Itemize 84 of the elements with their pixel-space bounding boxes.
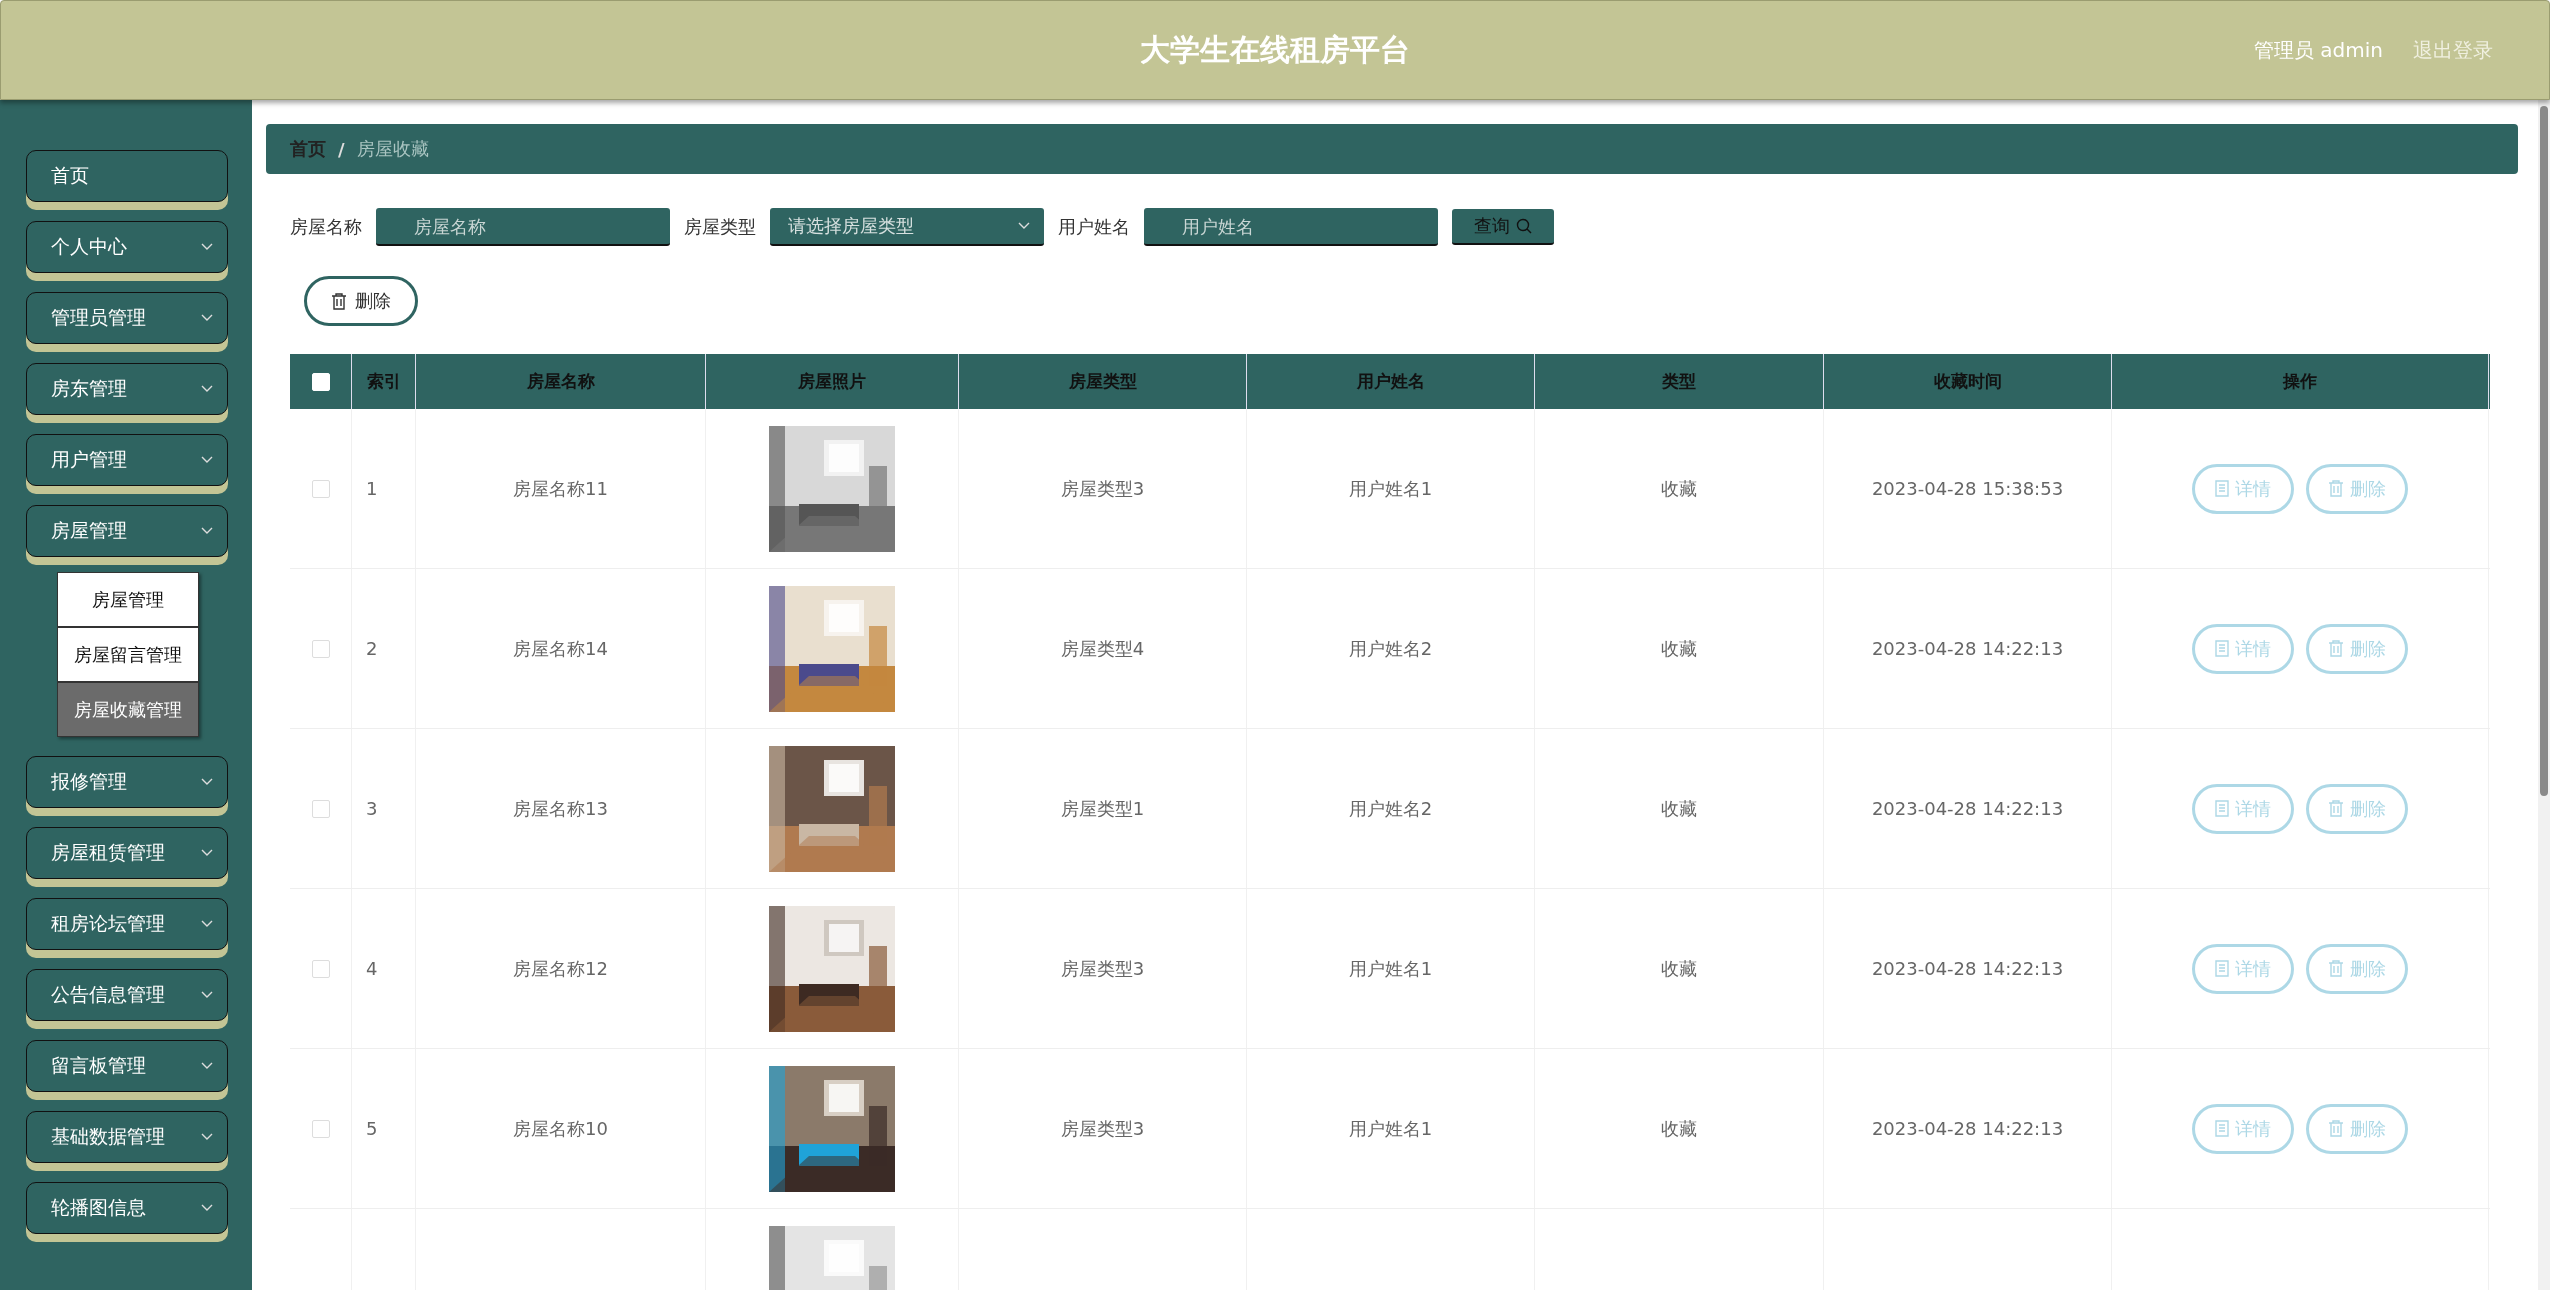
table-cell: 2 (366, 638, 378, 659)
submenu-item[interactable]: 房屋收藏管理 (57, 682, 199, 737)
table-cell: 收藏 (1661, 956, 1697, 981)
table-cell: 房屋名称14 (513, 636, 608, 661)
table-cell: 收藏 (1661, 636, 1697, 661)
search-field[interactable]: 用户姓名 (1144, 208, 1438, 246)
table-cell: 房屋类型4 (1060, 636, 1145, 661)
document-icon (2215, 480, 2229, 497)
row-checkbox[interactable] (311, 959, 330, 978)
table-cell: 收藏 (1661, 1116, 1697, 1141)
column-header: 房屋名称 (416, 354, 706, 409)
chevron-down-icon (201, 849, 213, 857)
document-icon (2215, 640, 2229, 657)
chevron-down-icon (201, 456, 213, 464)
document-icon (2215, 960, 2229, 977)
submenu-item[interactable]: 房屋管理 (57, 572, 199, 627)
table-cell: 房屋名称13 (513, 796, 608, 821)
search-field[interactable]: 房屋名称 (376, 208, 670, 246)
chevron-down-icon (201, 1204, 213, 1212)
row-checkbox[interactable] (311, 1119, 330, 1138)
table-cell: 5 (366, 1118, 378, 1139)
site-title: 大学生在线租房平台 (1140, 30, 1410, 69)
column-header: 房屋类型 (959, 354, 1247, 409)
chevron-down-icon (201, 778, 213, 786)
chevron-down-icon (201, 991, 213, 999)
submenu-item[interactable]: 房屋留言管理 (57, 627, 199, 682)
user-label: 管理员 admin (2253, 36, 2383, 64)
chevron-down-icon (201, 1062, 213, 1070)
table-cell: 2023-04-28 14:22:13 (1871, 958, 2064, 979)
chevron-down-icon (201, 243, 213, 251)
select-all-checkbox[interactable] (311, 372, 330, 391)
chevron-down-icon (1018, 222, 1030, 230)
trash-icon (2328, 480, 2344, 497)
chevron-down-icon (201, 1133, 213, 1141)
table-cell: 用户姓名1 (1348, 476, 1433, 501)
chevron-down-icon (201, 385, 213, 393)
row-checkbox[interactable] (311, 639, 330, 658)
filter-label: 房屋类型 (684, 215, 756, 239)
table-cell: 房屋名称10 (513, 1116, 608, 1141)
table-cell: 2023-04-28 14:22:13 (1871, 798, 2064, 819)
filter-label: 用户姓名 (1058, 215, 1130, 239)
table-cell: 用户姓名1 (1348, 956, 1433, 981)
table-cell: 收藏 (1661, 476, 1697, 501)
column-header: 类型 (1535, 354, 1824, 409)
table-cell: 2023-04-28 14:22:13 (1871, 638, 2064, 659)
column-header: 房屋照片 (706, 354, 959, 409)
document-icon (2215, 1120, 2229, 1137)
trash-icon (2328, 960, 2344, 977)
table-cell: 用户姓名1 (1348, 1116, 1433, 1141)
table-cell: 2023-04-28 14:22:13 (1871, 1118, 2064, 1139)
table-cell: 房屋类型1 (1060, 796, 1145, 821)
trash-icon (2328, 800, 2344, 817)
table-cell: 房屋名称11 (513, 476, 608, 501)
breadcrumb-current: 房屋收藏 (356, 137, 429, 161)
table-cell: 用户姓名2 (1348, 636, 1433, 661)
trash-icon (2328, 640, 2344, 657)
trash-icon (331, 292, 347, 310)
table-cell: 用户姓名2 (1348, 796, 1433, 821)
chevron-down-icon (201, 314, 213, 322)
filter-label: 房屋名称 (290, 215, 362, 239)
search-icon (1516, 218, 1532, 234)
delete-button[interactable]: 删除 (304, 276, 418, 326)
table-cell: 房屋类型3 (1060, 476, 1145, 501)
table-cell: 房屋名称12 (513, 956, 608, 981)
row-checkbox[interactable] (311, 479, 330, 498)
column-header: 收藏时间 (1824, 354, 2112, 409)
type-select[interactable]: 请选择房屋类型 (770, 208, 1044, 246)
column-header: 操作 (2112, 354, 2489, 409)
column-header: 用户姓名 (1247, 354, 1535, 409)
table-cell: 1 (366, 478, 378, 499)
table-cell: 收藏 (1661, 796, 1697, 821)
table-cell: 房屋类型3 (1060, 1116, 1145, 1141)
breadcrumb-separator: / (338, 138, 345, 160)
chevron-down-icon (201, 527, 213, 535)
column-header: 索引 (352, 354, 416, 409)
table-cell: 3 (366, 798, 378, 819)
table-cell: 房屋类型3 (1060, 956, 1145, 981)
table-cell: 2023-04-28 15:38:53 (1871, 478, 2064, 499)
document-icon (2215, 800, 2229, 817)
row-checkbox[interactable] (311, 799, 330, 818)
scrollbar[interactable] (2538, 100, 2550, 1290)
trash-icon (2328, 1120, 2344, 1137)
chevron-down-icon (201, 920, 213, 928)
table-cell: 4 (366, 958, 378, 979)
